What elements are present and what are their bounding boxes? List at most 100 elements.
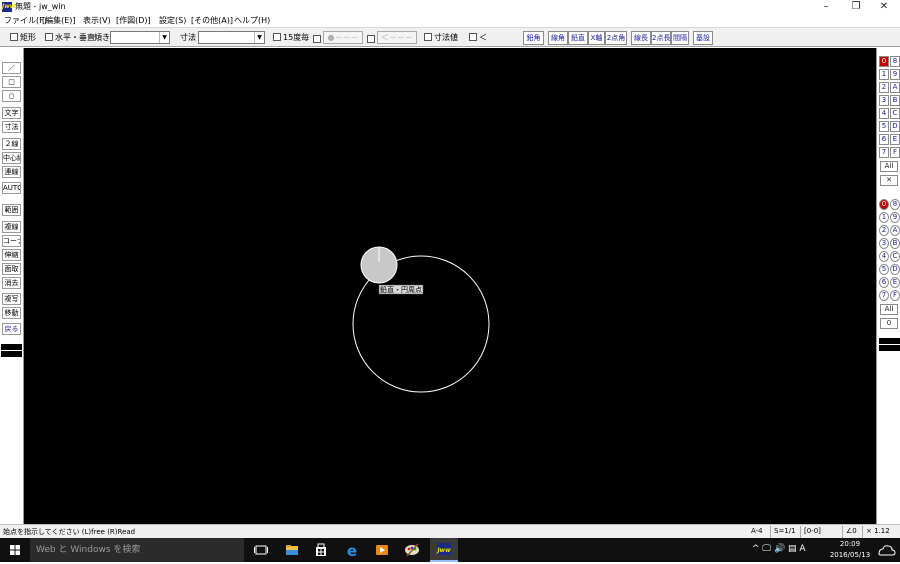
edge-browser-icon[interactable]: e [338, 538, 366, 562]
tool-rectangle-button[interactable]: □ [2, 76, 21, 88]
layer-group-button-C[interactable]: C [890, 108, 900, 119]
cmd-base-set-button[interactable]: 基設 [693, 31, 713, 45]
store-icon[interactable] [307, 538, 335, 562]
jww-taskbar-icon[interactable]: Jww [430, 538, 458, 562]
layer-button-C[interactable]: C [890, 251, 900, 262]
layer-group-button-B[interactable]: B [890, 95, 900, 106]
tool-dimension-button[interactable]: 寸法 [2, 121, 21, 133]
layer-button-1[interactable]: 1 [879, 212, 889, 223]
hv-checkbox-box[interactable] [45, 33, 53, 41]
layer-indicator[interactable]: [0-0] [800, 526, 821, 538]
menu-other[interactable]: [その他(A)] [191, 15, 233, 26]
layer-button-2[interactable]: 2 [879, 225, 889, 236]
cmd-line-length-button[interactable]: 線長 [631, 31, 651, 45]
layer-group-button-7[interactable]: 7 [879, 147, 889, 158]
layer-group-button-1[interactable]: 1 [879, 69, 889, 80]
app-icon[interactable]: Jww [2, 2, 15, 12]
layer-button-9[interactable]: 9 [890, 212, 900, 223]
layer-button-7[interactable]: 7 [879, 290, 889, 301]
layer-button-0[interactable]: 0 [879, 199, 889, 210]
horizontal-vertical-checkbox[interactable]: 水平・垂直 [45, 31, 95, 44]
layer-all-button[interactable]: All [880, 304, 898, 315]
tool-offset-button[interactable]: 複線 [2, 221, 21, 233]
layer-button-B[interactable]: B [890, 238, 900, 249]
zoom-indicator[interactable]: × 1.12 [862, 526, 890, 538]
layer-zero-button[interactable]: 0 [880, 318, 898, 329]
tool-range-button[interactable]: 範囲 [2, 204, 21, 216]
layer-button-3[interactable]: 3 [879, 238, 889, 249]
system-tray[interactable]: ^ 🖵 🔊 ▤ A [752, 543, 806, 556]
slope-combobox[interactable]: ▼ [110, 31, 170, 44]
tool-stretch-button[interactable]: 伸縮 [2, 249, 21, 261]
layer-button-D[interactable]: D [890, 264, 900, 275]
start-button[interactable] [0, 538, 30, 562]
arrow-checkbox-box[interactable] [469, 33, 477, 41]
layer-group-button-3[interactable]: 3 [879, 95, 889, 106]
layer-group-button-A[interactable]: A [890, 82, 900, 93]
tool-auto-button[interactable]: AUTO [2, 182, 21, 194]
layer-button-A[interactable]: A [890, 225, 900, 236]
menu-view[interactable]: 表示(V) [83, 15, 111, 26]
dimvalue-checkbox[interactable]: 寸法値 [424, 31, 458, 44]
tool-chamfer-button[interactable]: 面取 [2, 263, 21, 275]
dim-option1-checkbox[interactable] [313, 35, 321, 43]
tool-copy-button[interactable]: 複写 [2, 293, 21, 305]
tool-circle-button[interactable]: ○ [2, 90, 21, 102]
layer-group-button-2[interactable]: 2 [879, 82, 889, 93]
taskbar-search-box[interactable]: Web と Windows を検索 [30, 538, 244, 562]
menu-file[interactable]: ファイル(F) [4, 15, 47, 26]
cmd-2point-angle-button[interactable]: 2点角 [605, 31, 627, 45]
task-view-icon[interactable] [247, 538, 275, 562]
drawing-canvas[interactable]: 鉛直・円周点 [24, 48, 876, 524]
dim-option2-button[interactable]: ＜－－－ [377, 31, 417, 44]
angle-indicator[interactable]: ∠0 [842, 526, 857, 538]
tool-undo-button[interactable]: 戻る [2, 323, 21, 335]
taskbar-clock[interactable]: 20:09 2016/05/13 [828, 539, 872, 561]
chevron-down-icon[interactable]: ▼ [254, 32, 264, 43]
tool-erase-button[interactable]: 消去 [2, 277, 21, 289]
line-style-indicator-right[interactable] [879, 338, 900, 351]
layer-button-5[interactable]: 5 [879, 264, 889, 275]
dim-option2-checkbox[interactable] [367, 35, 375, 43]
tool-center-line-button[interactable]: 中心線 [2, 152, 21, 164]
rect-checkbox-box[interactable] [10, 33, 18, 41]
tool-double-line-button[interactable]: ２線 [2, 138, 21, 150]
layer-group-button-0[interactable]: 0 [879, 56, 889, 67]
line-style-indicator[interactable] [1, 344, 22, 357]
dimvalue-checkbox-box[interactable] [424, 33, 432, 41]
layer-group-button-5[interactable]: 5 [879, 121, 889, 132]
dim-option1-button[interactable]: ●－－－ [323, 31, 363, 44]
rect-checkbox[interactable]: 矩形 [10, 31, 36, 44]
cmd-2point-length-button[interactable]: 2点長 [651, 31, 671, 45]
layer-button-E[interactable]: E [890, 277, 900, 288]
layer-group-button-E[interactable]: E [890, 134, 900, 145]
layer-group-button-F[interactable]: F [890, 147, 900, 158]
chevron-down-icon[interactable]: ▼ [159, 32, 169, 43]
layer-group-all-button[interactable]: All [880, 161, 898, 172]
menu-edit[interactable]: [編集(E)] [42, 15, 76, 26]
layer-group-button-4[interactable]: 4 [879, 108, 889, 119]
tool-text-button[interactable]: 文字 [2, 107, 21, 119]
paint-app-icon[interactable] [398, 538, 426, 562]
layer-group-button-9[interactable]: 9 [890, 69, 900, 80]
layer-group-close-button[interactable]: ✕ [880, 175, 898, 186]
close-button[interactable]: ✕ [870, 0, 898, 14]
cmd-lead-angle-button[interactable]: 鉛角 [523, 31, 544, 45]
layer-button-8[interactable]: 8 [890, 199, 900, 210]
arrow-checkbox[interactable]: ＜ [469, 31, 487, 44]
cmd-line-angle-button[interactable]: 線角 [548, 31, 568, 45]
layer-group-button-6[interactable]: 6 [879, 134, 889, 145]
cmd-vertical-button[interactable]: 鉛直 [568, 31, 588, 45]
media-player-icon[interactable] [368, 538, 396, 562]
action-center-icon[interactable] [872, 538, 900, 562]
cmd-interval-button[interactable]: 間隔 [671, 31, 689, 45]
menu-settings[interactable]: 設定(S) [159, 15, 186, 26]
tool-move-button[interactable]: 移動 [2, 307, 21, 319]
minimize-button[interactable]: – [812, 0, 840, 14]
menu-help[interactable]: ヘルプ(H) [234, 15, 270, 26]
file-explorer-icon[interactable] [278, 538, 306, 562]
deg15-checkbox[interactable]: 15度毎 [273, 31, 309, 44]
tool-line-button[interactable]: ／ [2, 62, 21, 74]
layer-group-button-8[interactable]: 8 [890, 56, 900, 67]
maximize-button[interactable]: ❐ [842, 0, 870, 14]
